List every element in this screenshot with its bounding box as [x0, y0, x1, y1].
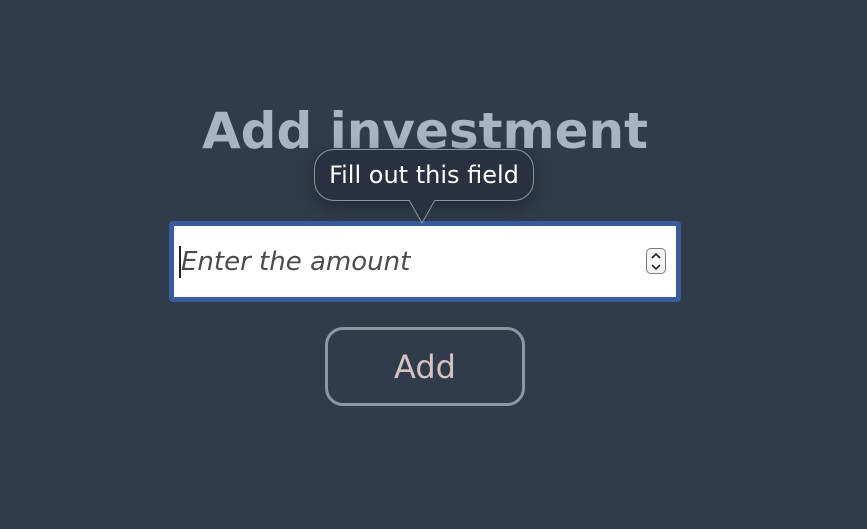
tooltip-arrow [400, 199, 444, 225]
amount-stepper[interactable] [646, 248, 666, 274]
amount-field[interactable] [169, 221, 681, 302]
chevron-down-icon[interactable] [647, 261, 665, 273]
page: Add investment Fill out this field Add [0, 0, 867, 529]
text-caret [179, 246, 181, 278]
chevron-up-icon[interactable] [647, 249, 665, 261]
amount-input[interactable] [174, 226, 634, 297]
add-button[interactable]: Add [325, 327, 525, 406]
validation-tooltip: Fill out this field [314, 149, 534, 201]
